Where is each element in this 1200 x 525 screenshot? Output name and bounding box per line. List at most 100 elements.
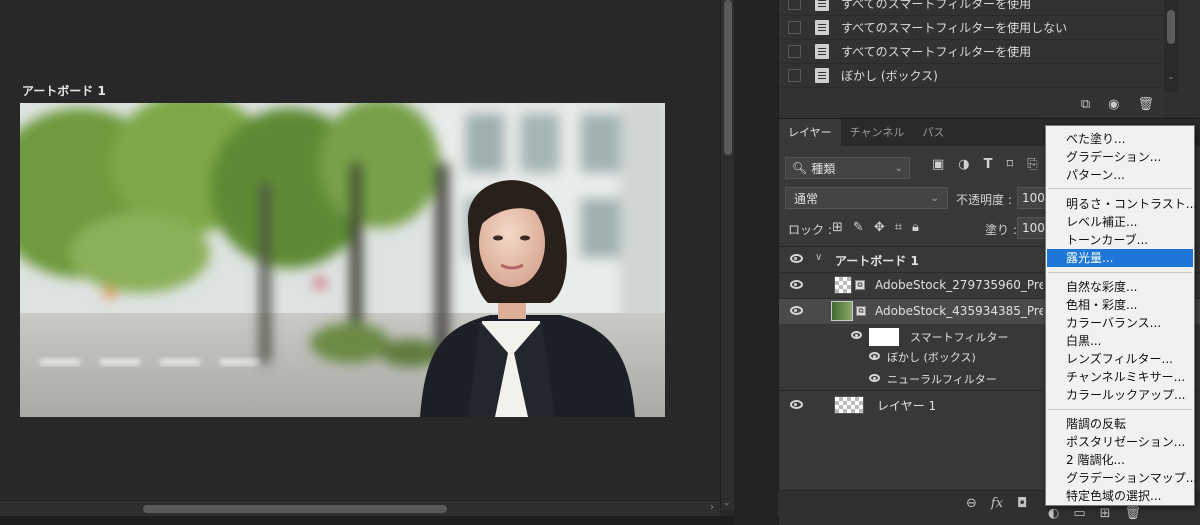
menu-item-color-lookup[interactable]: カラールックアップ... bbox=[1047, 386, 1193, 404]
type-layer-filter-icon[interactable]: T bbox=[984, 157, 993, 172]
layer-name[interactable]: ニューラルフィルター bbox=[887, 371, 997, 387]
layers-bottom-bar: ⊖ fx ◘ bbox=[778, 490, 1046, 516]
menu-item-black-white[interactable]: 白黒... bbox=[1047, 332, 1193, 350]
horizontal-scroll-thumb[interactable] bbox=[143, 505, 447, 513]
lock-artboard-icon[interactable]: ⌗ bbox=[895, 220, 902, 235]
chevron-down-icon[interactable]: ∨ bbox=[815, 252, 822, 263]
menu-item-gradient-map[interactable]: グラデーションマップ... bbox=[1047, 469, 1197, 487]
history-item-label: すべてのスマートフィルターを使用 bbox=[841, 45, 1032, 59]
tab-paths[interactable]: パス bbox=[913, 119, 953, 147]
scroll-down-arrow-icon[interactable]: ⌄ bbox=[723, 498, 731, 508]
vertical-scroll-thumb[interactable] bbox=[724, 0, 732, 155]
shape-layer-filter-icon[interactable]: ⌑ bbox=[1007, 157, 1014, 172]
history-item[interactable]: すべてのスマートフィルターを使用 bbox=[779, 0, 1164, 16]
history-item[interactable]: すべてのスマートフィルターを使用しない bbox=[779, 16, 1164, 40]
group-icon[interactable]: ▭ bbox=[1073, 506, 1085, 521]
layer-thumbnail bbox=[834, 276, 852, 294]
menu-item-photo-filter[interactable]: レンズフィルター... bbox=[1047, 350, 1193, 368]
search-icon: 🔍︎ bbox=[792, 161, 808, 175]
scroll-down-arrow-icon[interactable]: ⌄ bbox=[1167, 72, 1175, 82]
layer-name[interactable]: ぼかし (ボックス) bbox=[887, 349, 976, 365]
menu-item-gradient[interactable]: グラデーション... bbox=[1047, 148, 1193, 166]
layer-name[interactable]: アートボード 1 bbox=[835, 252, 919, 269]
pixel-layer-filter-icon[interactable]: ▣ bbox=[932, 157, 944, 172]
lock-label: ロック : bbox=[788, 223, 832, 237]
tab-layers[interactable]: レイヤー bbox=[779, 119, 841, 147]
layers-bottom-icons: ⊖ fx ◘ bbox=[966, 496, 1027, 511]
history-item[interactable]: すべてのスマートフィルターを使用 bbox=[779, 40, 1164, 64]
blend-mode-select[interactable]: 通常 ⌄ bbox=[785, 187, 948, 209]
scroll-right-arrow-icon[interactable]: › bbox=[710, 502, 714, 513]
lock-transparent-pixels-icon[interactable]: ⊞ bbox=[832, 220, 843, 235]
history-checkbox[interactable] bbox=[788, 21, 801, 34]
visibility-eye-icon[interactable] bbox=[869, 374, 880, 382]
layer-name[interactable]: AdobeStock_435934385_Preview bbox=[875, 304, 1043, 318]
menu-item-levels[interactable]: レベル補正... bbox=[1047, 213, 1193, 231]
adjustment-layer-filter-icon[interactable]: ◑ bbox=[958, 157, 969, 172]
lock-position-icon[interactable]: ✥ bbox=[874, 220, 885, 235]
menu-item-solid-color[interactable]: べた塗り... bbox=[1047, 130, 1193, 148]
tab-channels[interactable]: チャンネル bbox=[841, 119, 914, 147]
history-checkbox[interactable] bbox=[788, 0, 801, 10]
new-layer-icon[interactable]: ⊞ bbox=[1100, 506, 1111, 521]
visibility-eye-icon[interactable] bbox=[851, 331, 862, 339]
document-canvas-area[interactable]: アートボード 1 › bbox=[0, 0, 720, 525]
fx-button[interactable]: fx bbox=[991, 496, 1003, 511]
menu-item-posterize[interactable]: ポスタリゼーション... bbox=[1047, 433, 1193, 451]
layer-filter-icons: ▣ ◑ T ⌑ ⎘ bbox=[932, 157, 1038, 172]
menu-item-curves[interactable]: トーンカーブ... bbox=[1047, 231, 1193, 249]
filter-mask-thumbnail[interactable] bbox=[869, 328, 899, 346]
visibility-eye-icon[interactable] bbox=[790, 400, 803, 409]
fill-label: 塗り : bbox=[985, 223, 1017, 237]
chevron-down-icon: ⌄ bbox=[930, 192, 939, 204]
smart-object-filter-icon[interactable]: ⎘ bbox=[1027, 157, 1037, 172]
menu-item-selective-color[interactable]: 特定色域の選択... bbox=[1047, 487, 1193, 505]
blend-mode-value: 通常 bbox=[794, 191, 819, 206]
menu-item-pattern[interactable]: パターン... bbox=[1047, 166, 1193, 184]
artboard-image[interactable] bbox=[20, 103, 665, 417]
menu-separator bbox=[1048, 272, 1192, 273]
visibility-eye-icon[interactable] bbox=[790, 306, 803, 315]
menu-item-brightness-contrast[interactable]: 明るさ・コントラスト... bbox=[1047, 195, 1197, 213]
history-state-icon bbox=[815, 44, 829, 59]
visibility-eye-icon[interactable] bbox=[869, 352, 880, 360]
menu-item-hue-saturation[interactable]: 色相・彩度... bbox=[1047, 296, 1193, 314]
layer-name[interactable]: スマートフィルター bbox=[910, 329, 1008, 345]
lock-all-icon[interactable]: 🔒︎ bbox=[912, 220, 919, 235]
camera-icon[interactable]: ◉ bbox=[1108, 97, 1119, 112]
menu-item-color-balance[interactable]: カラーバランス... bbox=[1047, 314, 1193, 332]
horizontal-scrollbar[interactable]: › bbox=[0, 500, 720, 516]
layer-name[interactable]: レイヤー 1 bbox=[877, 397, 936, 414]
panel-dock-gap bbox=[734, 0, 778, 525]
menu-item-exposure[interactable]: 露光量... bbox=[1047, 249, 1193, 267]
menu-separator bbox=[1048, 188, 1192, 189]
new-document-from-state-icon[interactable]: ⧉ bbox=[1081, 97, 1090, 112]
link-icon[interactable]: ⊖ bbox=[966, 496, 977, 511]
history-item[interactable]: ぼかし (ボックス) bbox=[779, 64, 1164, 88]
history-checkbox[interactable] bbox=[788, 45, 801, 58]
lock-image-pixels-icon[interactable]: ✎ bbox=[853, 220, 864, 235]
trash-icon[interactable]: 🗑 bbox=[1137, 97, 1154, 112]
adjustment-layer-icon[interactable]: ◐ bbox=[1048, 506, 1059, 521]
menu-item-invert[interactable]: 階調の反転 bbox=[1047, 415, 1193, 433]
menu-item-channel-mixer[interactable]: チャンネルミキサー... bbox=[1047, 368, 1193, 386]
visibility-eye-icon[interactable] bbox=[790, 280, 803, 289]
history-checkbox[interactable] bbox=[788, 69, 801, 82]
chevron-down-icon: ⌄ bbox=[894, 162, 903, 174]
history-scroll-thumb[interactable] bbox=[1167, 10, 1175, 44]
lock-options: ⊞ ✎ ✥ ⌗ 🔒︎ bbox=[832, 220, 919, 235]
history-scrollbar[interactable]: ⌄ bbox=[1164, 0, 1178, 92]
history-state-icon bbox=[815, 0, 829, 11]
artboard-title[interactable]: アートボード 1 bbox=[22, 82, 106, 99]
vertical-scrollbar[interactable]: ⌄ bbox=[720, 0, 734, 510]
mask-icon[interactable]: ◘ bbox=[1017, 496, 1027, 511]
layer-name[interactable]: AdobeStock_279735960_Preview bbox=[875, 278, 1043, 292]
history-item-label: すべてのスマートフィルターを使用しない bbox=[841, 21, 1068, 35]
menu-item-vibrance[interactable]: 自然な彩度... bbox=[1047, 278, 1193, 296]
layer-kind-filter[interactable]: 🔍︎ 種類 ⌄ bbox=[785, 157, 910, 179]
visibility-eye-icon[interactable] bbox=[790, 254, 803, 263]
menu-item-threshold[interactable]: 2 階調化... bbox=[1047, 451, 1193, 469]
trash-icon[interactable]: 🗑 bbox=[1125, 506, 1142, 521]
smart-object-icon: ⧉ bbox=[855, 280, 865, 290]
history-toolbar: ⧉ ◉ 🗑 bbox=[779, 92, 1178, 116]
